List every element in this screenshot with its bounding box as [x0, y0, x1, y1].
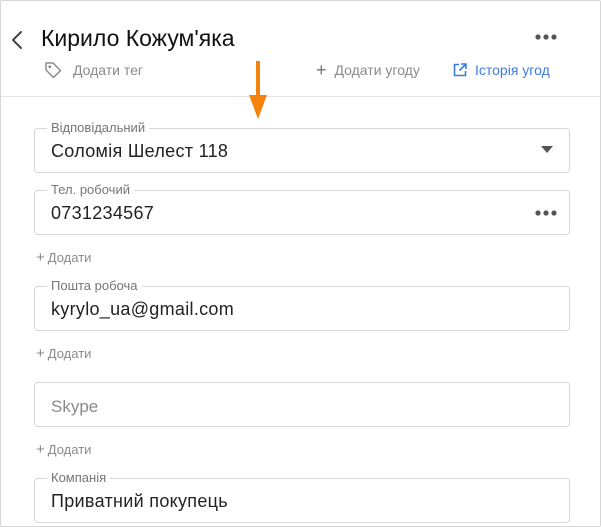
responsible-label: Відповідальний [47, 120, 150, 136]
phone-more-options-icon[interactable] [533, 205, 559, 221]
add-deal-label: Додати угоду [334, 62, 420, 78]
page-title: Кирило Кожум'яка [41, 25, 235, 51]
responsible-select[interactable]: Відповідальний Соломія Шелест 118 [34, 120, 570, 173]
add-tag-button[interactable]: Додати тег [43, 59, 143, 81]
work-phone-field[interactable]: Тел. робочий 0731234567 [34, 182, 570, 235]
contact-header: Кирило Кожум'яка Додати тег + Додати уго… [1, 1, 600, 97]
more-options-icon[interactable] [533, 29, 559, 45]
deal-history-label: Історія угод [475, 62, 550, 78]
work-phone-value: 0731234567 [51, 203, 155, 223]
company-value: Приватний покупець [51, 491, 228, 511]
external-link-icon [452, 62, 468, 78]
back-chevron-icon[interactable] [7, 27, 27, 53]
contact-panel: Кирило Кожум'яка Додати тег + Додати уго… [0, 0, 601, 527]
responsible-value: Соломія Шелест 118 [51, 141, 229, 161]
add-email-label: Додати [47, 345, 92, 361]
plus-icon: + [316, 60, 327, 80]
tag-icon [43, 60, 63, 80]
add-tag-label: Додати тег [73, 62, 144, 78]
add-skype-label: Додати [47, 441, 92, 457]
add-skype-button[interactable]: + Додати [36, 440, 91, 458]
work-email-label: Пошта робоча [47, 278, 142, 294]
plus-icon: + [36, 344, 45, 362]
work-email-field[interactable]: Пошта робоча kyrylo_ua@gmail.com [34, 278, 570, 331]
annotation-arrow [247, 61, 269, 121]
caret-down-icon[interactable] [541, 146, 553, 154]
add-phone-button[interactable]: + Додати [36, 248, 91, 266]
deal-history-link[interactable]: Історія угод [452, 59, 550, 81]
add-phone-label: Додати [47, 249, 92, 265]
add-deal-button[interactable]: + Додати угоду [316, 59, 420, 81]
work-email-value: kyrylo_ua@gmail.com [51, 299, 235, 319]
plus-icon: + [36, 440, 45, 458]
work-phone-label: Тел. робочий [47, 182, 134, 198]
plus-icon: + [36, 248, 45, 266]
company-field[interactable]: Компанія Приватний покупець [34, 470, 570, 523]
add-email-button[interactable]: + Додати [36, 344, 91, 362]
skype-input[interactable]: Skype [34, 382, 570, 427]
skype-placeholder: Skype [51, 397, 99, 416]
company-label: Компанія [47, 470, 111, 486]
